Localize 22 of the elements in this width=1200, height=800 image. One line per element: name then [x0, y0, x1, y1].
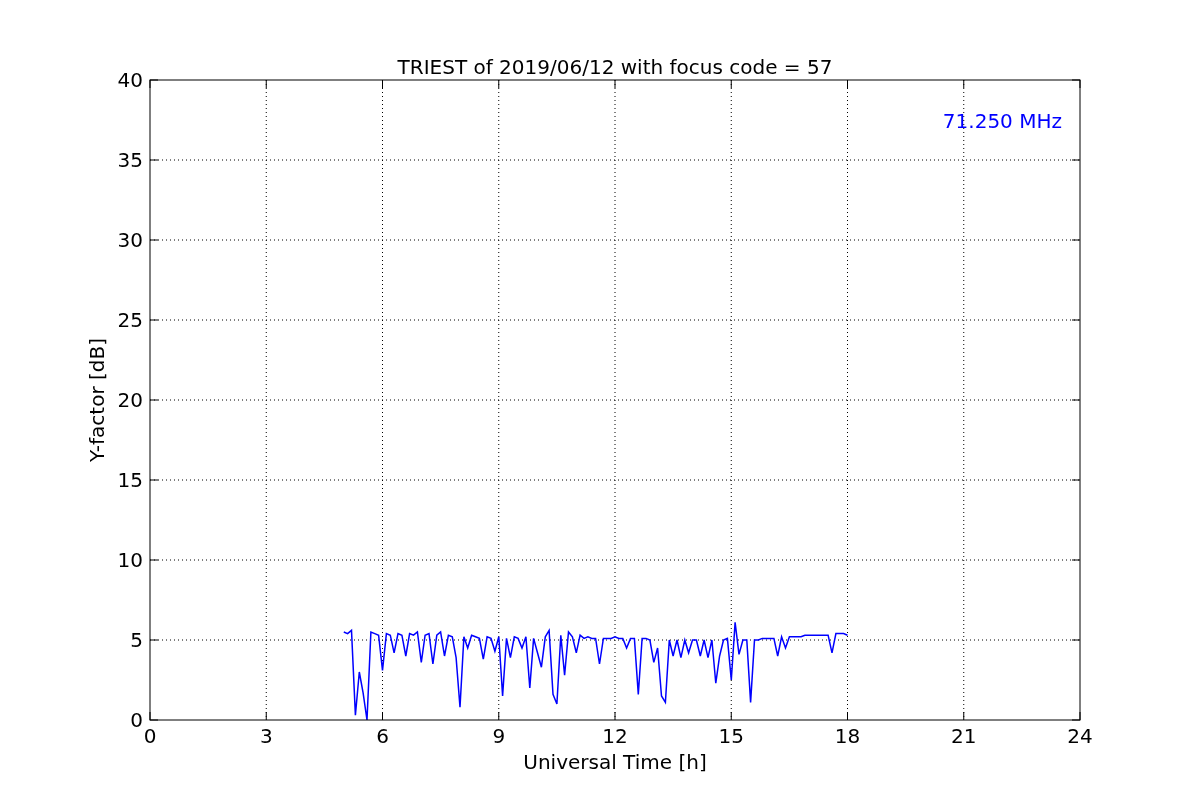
y-tick-label: 35 — [117, 148, 143, 172]
x-tick-label: 9 — [492, 724, 506, 748]
x-tick-label: 0 — [143, 724, 157, 748]
x-tick-label: 24 — [1067, 724, 1093, 748]
x-tick-label: 12 — [602, 724, 628, 748]
y-tick-label: 40 — [117, 68, 143, 92]
x-tick-label: 18 — [834, 724, 861, 748]
x-tick-label: 6 — [376, 724, 389, 748]
y-tick-label: 5 — [130, 628, 143, 652]
x-tick-label: 21 — [951, 724, 977, 748]
y-tick-label: 0 — [130, 708, 143, 732]
y-tick-label: 25 — [117, 308, 143, 332]
chart-title: TRIEST of 2019/06/12 with focus code = 57 — [397, 55, 833, 79]
y-tick-label: 15 — [117, 468, 143, 492]
x-tick-label: 15 — [718, 724, 744, 748]
y-tick-label: 10 — [117, 548, 143, 572]
y-axis-label: Y-factor [dB] — [85, 338, 109, 462]
series-label: 71.250 MHz — [942, 109, 1062, 133]
y-tick-label: 30 — [117, 228, 143, 252]
x-tick-label: 3 — [259, 724, 273, 748]
y-tick-label: 20 — [117, 388, 143, 412]
x-axis-label: Universal Time [h] — [523, 750, 707, 774]
